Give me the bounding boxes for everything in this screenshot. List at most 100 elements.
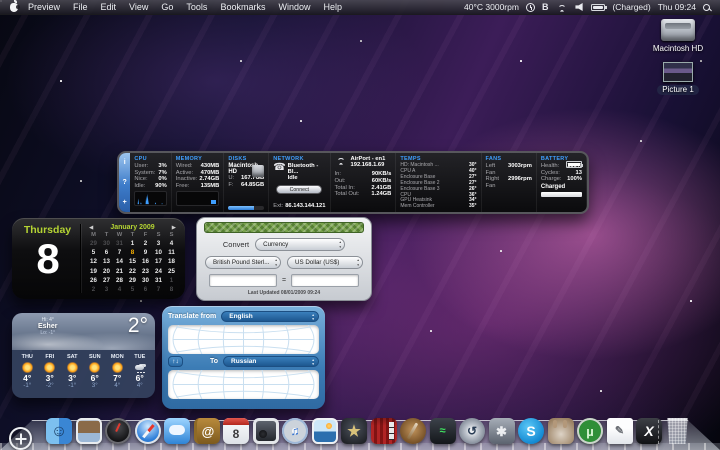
translate-to-label: To [210,358,219,365]
battery-stat-row: Cycles: 13 [540,169,582,176]
calendar-day-cell: 15 [129,258,136,266]
calendar-month-label: January 2009 [110,224,155,231]
swap-languages-button[interactable]: ↑↓ [168,356,183,367]
weather-condition-icon [89,362,101,373]
menu-clock[interactable]: Thu 09:24 [658,2,696,12]
fans-header: FANS [485,156,502,162]
result-text-field[interactable] [168,370,319,399]
menu-item[interactable]: Go [161,2,173,12]
finder-icon[interactable]: ☺ [46,418,72,444]
from-amount-input[interactable] [208,274,277,287]
battery-small-icon [566,161,583,168]
calendar-day-cell: 29 [90,240,97,247]
skype-icon[interactable]: S [518,418,544,444]
istat-strip-button[interactable]: i [124,159,126,166]
calendar-day-cell: 10 [155,249,162,257]
bluetooth-icon[interactable]: B [542,2,549,12]
calendar-day-cell: 8 [169,286,174,294]
desktop-icon-macintosh-hd[interactable]: Macintosh HD [642,19,714,53]
menu-item[interactable]: Preview [28,2,60,12]
istat-side-buttons: i? + [119,153,131,212]
dashboard-add-widget-button[interactable] [9,427,32,450]
spotlight-icon[interactable] [703,3,710,11]
trash-icon[interactable] [667,418,688,444]
calendar-day-cell: 16 [142,258,149,266]
translation-widget: Translate from English ↑↓ To Russian [162,306,325,409]
textedit-icon[interactable]: ✎ [606,418,633,444]
category-dropdown[interactable]: Currency [255,238,346,251]
to-currency-dropdown[interactable]: US Dollar (US$) [287,256,363,269]
menu-item[interactable]: Window [278,2,310,12]
calendar-day-cell: 6 [104,249,109,257]
to-amount-input[interactable] [291,274,360,287]
memory-stat-row: Active: 470MB [175,169,220,176]
calendar-day-cell: 27 [103,276,110,284]
imovie-icon[interactable]: ★ [341,418,367,444]
photo-booth-icon[interactable] [370,418,397,444]
time-machine-icon[interactable]: ↺ [459,418,485,444]
ical-icon[interactable]: 8 [223,418,249,444]
battery-status-label[interactable]: (Charged) [612,2,650,12]
volume-icon[interactable] [575,3,583,11]
connect-button[interactable]: Connect [276,184,323,194]
weekday-label: T [104,232,109,238]
istat-strip-button[interactable]: ? [123,179,127,186]
external-ip-row: Ext: 86.143.144.121 [273,203,326,210]
ichat-icon[interactable] [164,418,190,444]
calendar-day-cell: 1 [130,240,135,247]
preview-icon[interactable] [75,418,102,444]
menu-item[interactable]: View [129,2,148,12]
calendar-day-cell: 4 [117,286,122,294]
calendar-day-cell: 18 [168,258,175,266]
menu-item[interactable]: Edit [101,2,117,12]
disk-drive-icon [252,165,265,177]
activity-monitor-icon[interactable]: ≈ [429,418,456,444]
globe-grid-decoration [172,370,315,399]
wifi-icon[interactable] [555,3,568,12]
source-text-field[interactable] [168,325,319,354]
iphoto-icon[interactable] [311,418,338,444]
memory-stat-row: Free: 135MB [175,182,220,189]
utorrent-icon[interactable]: µ [577,418,603,444]
globe-grid-decoration [172,325,315,354]
calendar-next-arrow[interactable]: ▶ [172,225,176,231]
memory-header: MEMORY [175,156,203,162]
calendar-day-cell: 3 [104,286,109,294]
photo-frame-app-icon[interactable] [252,418,279,444]
calendar-prev-arrow[interactable]: ◀ [89,225,93,231]
safari-icon[interactable] [134,418,161,444]
dock-icons: ☺ @ 8 ♫ ★ ≈ ↺ ✱ S µ ✎ X [46,418,662,444]
weather-condition-icon [111,362,123,373]
dashboard-icon[interactable] [105,418,131,444]
istat-clock-icon[interactable] [525,2,535,12]
to-language-dropdown[interactable]: Russian [223,356,319,367]
from-currency-dropdown[interactable]: British Pound Sterl... [205,256,281,269]
forecast-day: MON 7° 4° [110,354,124,389]
weekday-label: S [169,232,174,238]
garageband-icon[interactable] [400,418,426,444]
menu-item[interactable]: Tools [186,2,207,12]
address-book-icon[interactable]: @ [193,418,220,444]
weather-current-panel: Hi: 4° Esher Lo: -1° 2° [12,313,155,350]
menu-item[interactable]: Bookmarks [220,2,265,12]
weather-condition-icon [44,362,56,373]
desktop-icon-picture-1[interactable]: Picture 1 [642,62,714,95]
menu-item[interactable]: File [73,2,88,12]
calendar-day-cell: 7 [156,286,161,294]
battery-icon[interactable] [591,3,607,11]
menu-item[interactable]: Help [323,2,342,12]
istat-status-text[interactable]: 40°C 3000rpm [464,2,519,12]
apple-menu-icon[interactable] [10,0,20,12]
battery-charge-bar [540,191,582,197]
istat-temps-section: TEMPS HD: Macintosh ... 30° CPU A 40° Encl… [396,153,482,212]
system-preferences-icon[interactable]: ✱ [488,418,515,444]
forecast-day: THU 4° -1° [21,354,33,389]
from-language-dropdown[interactable]: English [221,311,319,322]
menu-bar: Preview File Edit View Go Tools Bookmarks Windo… [0,0,720,15]
amule-icon[interactable] [547,418,574,444]
istat-strip-button[interactable]: + [123,199,127,206]
airport-ip: 192.168.1.69 [350,162,385,169]
weather-condition-icon [134,362,145,373]
itunes-icon[interactable]: ♫ [282,418,308,444]
calendar-day-cell: 23 [142,267,149,275]
